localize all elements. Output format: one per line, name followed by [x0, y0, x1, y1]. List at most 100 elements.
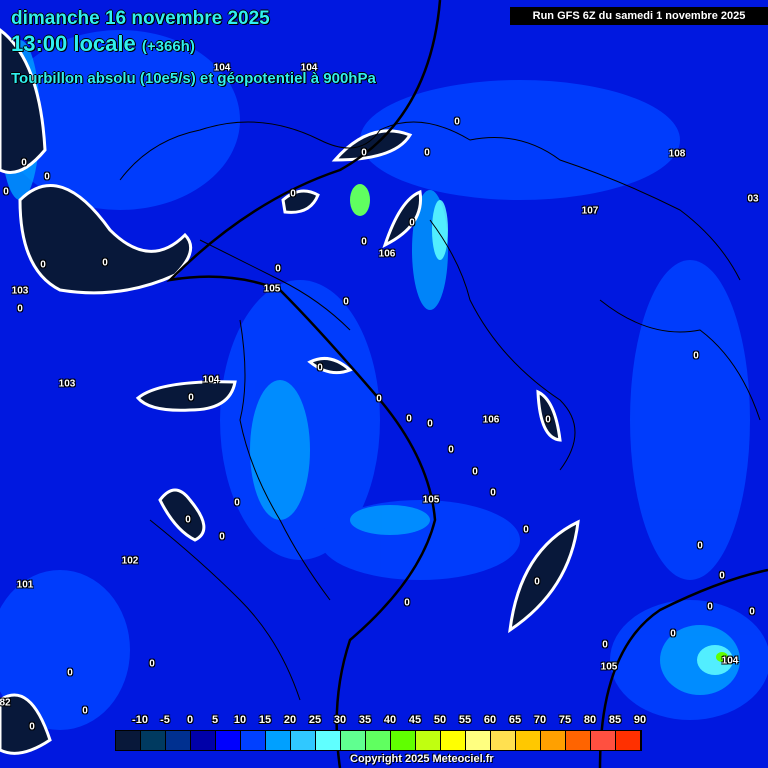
contour-label: 0: [749, 606, 755, 618]
legend-tick-label: -10: [132, 714, 148, 726]
contour-label: 0: [719, 570, 725, 582]
contour-label: 107: [581, 205, 599, 217]
contour-label: 0: [693, 350, 699, 362]
legend-tick-label: 10: [233, 714, 247, 726]
contour-label: 103: [58, 378, 76, 390]
contour-label: 102: [121, 555, 139, 567]
legend-tick-label: 25: [308, 714, 322, 726]
copyright: Copyright 2025 Meteociel.fr: [350, 753, 494, 765]
legend-swatch: [516, 731, 541, 750]
map-canvas: [0, 0, 768, 768]
contour-label: 104: [213, 62, 231, 74]
contour-label: 0: [427, 418, 433, 430]
contour-label: 105: [422, 494, 440, 506]
legend-tick-label: 45: [408, 714, 422, 726]
legend-swatch: [441, 731, 466, 750]
legend-tick-label: 20: [283, 714, 297, 726]
legend-tick-label: 85: [608, 714, 622, 726]
legend-tick-label: 90: [633, 714, 647, 726]
legend-swatch: [116, 731, 141, 750]
contour-label: 0: [102, 257, 108, 269]
contour-label: 0: [523, 524, 529, 536]
contour-label: 0: [448, 444, 454, 456]
lead-time: (+366h): [141, 38, 195, 55]
contour-label: 0: [472, 466, 478, 478]
contour-label: 103: [11, 285, 29, 297]
local-time: 13:00 locale: [11, 31, 136, 56]
contour-label: 0: [454, 116, 460, 128]
contour-label: 106: [378, 248, 396, 260]
contour-label: 0: [234, 497, 240, 509]
legend-swatch: [566, 731, 591, 750]
legend-swatch: [616, 731, 641, 750]
contour-label: 0: [44, 171, 50, 183]
contour-label: 0: [361, 147, 367, 159]
contour-label: 104: [300, 62, 318, 74]
contour-label: 0: [17, 303, 23, 315]
contour-label: 0: [21, 157, 27, 169]
legend-tick-label: 0: [186, 714, 194, 726]
legend-swatch: [466, 731, 491, 750]
contour-label: 0: [697, 540, 703, 552]
legend-swatch: [366, 731, 391, 750]
legend-tick-label: 30: [333, 714, 347, 726]
contour-label: 0: [534, 576, 540, 588]
contour-label: 104: [721, 655, 739, 667]
legend-swatch: [316, 731, 341, 750]
forecast-date: dimanche 16 novembre 2025: [11, 8, 270, 29]
contour-label: 0: [149, 658, 155, 670]
contour-label: 0: [3, 186, 9, 198]
contour-label: 105: [600, 661, 618, 673]
contour-label: 104: [202, 374, 220, 386]
legend-swatch: [191, 731, 216, 750]
legend-swatch: [591, 731, 616, 750]
contour-label: 106: [482, 414, 500, 426]
legend-tick-label: 65: [508, 714, 522, 726]
parameter-title: Tourbillon absolu (10e5/s) et géopotenti…: [11, 70, 376, 87]
legend-swatch: [216, 731, 241, 750]
weather-map: dimanche 16 novembre 2025 13:00 locale (…: [0, 0, 768, 768]
forecast-time: 13:00 locale (+366h): [11, 31, 195, 57]
contour-label: 0: [490, 487, 496, 499]
contour-label: 0: [40, 259, 46, 271]
legend-tick-label: 40: [383, 714, 397, 726]
contour-label: 101: [16, 579, 34, 591]
contour-label: 0: [602, 639, 608, 651]
contour-label: 0: [670, 628, 676, 640]
contour-label: 0: [317, 362, 323, 374]
contour-label: 0: [361, 236, 367, 248]
legend-swatch: [166, 731, 191, 750]
legend-swatch: [241, 731, 266, 750]
contour-label: 0: [409, 217, 415, 229]
contour-label: 0: [219, 531, 225, 543]
contour-label: 0: [376, 393, 382, 405]
legend-swatch: [391, 731, 416, 750]
contour-label: 0: [29, 721, 35, 733]
color-scale-legend: [115, 730, 642, 751]
legend-tick-label: 75: [558, 714, 572, 726]
legend-tick-label: 70: [533, 714, 547, 726]
legend-tick-label: 5: [211, 714, 219, 726]
legend-swatch: [416, 731, 441, 750]
contour-label: 0: [275, 263, 281, 275]
contour-label: 0: [67, 667, 73, 679]
contour-label: 0: [185, 514, 191, 526]
contour-label: 0: [188, 392, 194, 404]
contour-label: 0: [290, 188, 296, 200]
legend-swatch: [291, 731, 316, 750]
legend-swatch: [141, 731, 166, 750]
contour-label: 0: [404, 597, 410, 609]
contour-label: 0: [545, 414, 551, 426]
contour-label: 0: [707, 601, 713, 613]
legend-swatch: [541, 731, 566, 750]
legend-tick-label: 15: [258, 714, 272, 726]
legend-tick-label: 55: [458, 714, 472, 726]
legend-swatch: [491, 731, 516, 750]
legend-swatch: [266, 731, 291, 750]
legend-tick-label: -5: [160, 714, 170, 726]
contour-label: 105: [263, 283, 281, 295]
legend-tick-label: 50: [433, 714, 447, 726]
contour-label: 108: [668, 148, 686, 160]
contour-label: 03: [747, 193, 759, 205]
contour-label: 0: [82, 705, 88, 717]
